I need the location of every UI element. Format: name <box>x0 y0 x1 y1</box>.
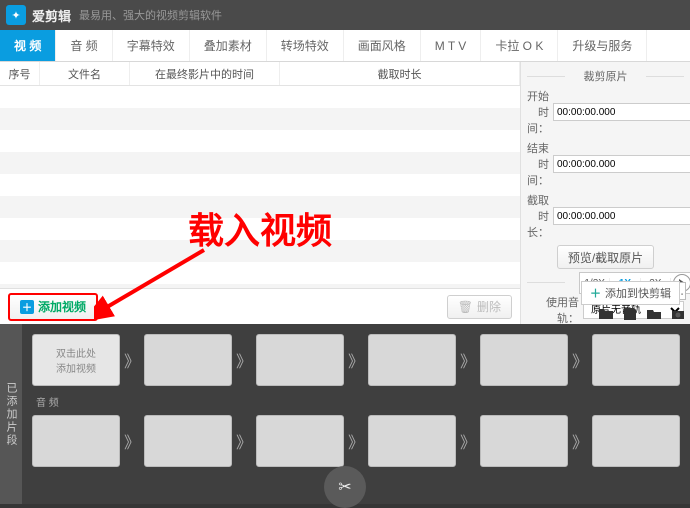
add-to-quickcut-label: 添加到快剪辑 <box>605 285 671 301</box>
clip-table-header: 序号 文件名 在最终影片中的时间 截取时长 <box>0 62 520 86</box>
preview-trim-button[interactable]: 预览/截取原片 <box>557 245 654 269</box>
add-video-button[interactable]: ＋ 添加视频 <box>8 293 98 321</box>
delete-label: 删除 <box>477 298 501 315</box>
clip-slot-add[interactable]: 双击此处 添加视频 <box>32 334 120 386</box>
app-title: 爱剪辑 <box>32 6 71 25</box>
plus-icon: ＋ <box>590 285 601 301</box>
audio-slot[interactable] <box>32 415 120 467</box>
folder-icon[interactable] <box>646 306 662 322</box>
end-time-input[interactable] <box>553 155 690 173</box>
tab-style[interactable]: 画面风格 <box>344 30 421 61</box>
clip-slot[interactable] <box>368 334 456 386</box>
tab-overlay[interactable]: 叠加素材 <box>190 30 267 61</box>
camera-icon[interactable] <box>670 306 686 322</box>
col-index[interactable]: 序号 <box>0 62 40 85</box>
delete-button[interactable]: 🗑 删除 <box>447 295 512 319</box>
col-duration[interactable]: 截取时长 <box>280 62 520 85</box>
audio-slot[interactable] <box>480 415 568 467</box>
start-time-label: 开始时间： <box>527 88 549 136</box>
add-to-quickcut-popup[interactable]: ＋ 添加到快剪辑 <box>581 281 680 305</box>
end-time-label: 结束时间： <box>527 140 549 188</box>
chevron-right-icon: 》 <box>572 429 588 453</box>
col-filename[interactable]: 文件名 <box>40 62 130 85</box>
clip-list-footer: ＋ 添加视频 🗑 删除 <box>0 288 520 324</box>
file-toolbar <box>598 306 686 322</box>
tab-video[interactable]: 视 频 <box>0 30 56 61</box>
chevron-right-icon: 》 <box>124 348 140 372</box>
chevron-right-icon: 》 <box>124 429 140 453</box>
tab-transition[interactable]: 转场特效 <box>267 30 344 61</box>
main-tabs: 视 频 音 频 字幕特效 叠加素材 转场特效 画面风格 M T V 卡拉 O K… <box>0 30 690 62</box>
scissors-icon: ✂ <box>338 477 351 497</box>
save-icon[interactable] <box>622 306 638 322</box>
clip-list-pane: 序号 文件名 在最终影片中的时间 截取时长 载入视频 ＋ 添加视频 🗑 删除 <box>0 62 520 324</box>
chevron-right-icon: 》 <box>460 348 476 372</box>
add-video-icon: ＋ <box>20 300 34 314</box>
audio-slot[interactable] <box>368 415 456 467</box>
audio-slot[interactable] <box>256 415 344 467</box>
start-time-input[interactable] <box>553 103 690 121</box>
tab-audio[interactable]: 音 频 <box>56 30 112 61</box>
chevron-right-icon: 》 <box>236 348 252 372</box>
audio-clip-row: 》 》 》 》 》 <box>32 415 680 467</box>
audio-row-label: 音 频 <box>32 392 680 409</box>
clip-slot[interactable] <box>592 334 680 386</box>
strip-label: 已添加片段 <box>0 324 22 504</box>
app-logo-icon: ✦ <box>6 5 26 25</box>
audio-slot[interactable] <box>144 415 232 467</box>
clip-slot[interactable] <box>256 334 344 386</box>
tab-karaoke[interactable]: 卡拉 O K <box>481 30 558 61</box>
tab-upgrade[interactable]: 升级与服务 <box>558 30 647 61</box>
trash-icon: 🗑 <box>458 300 473 314</box>
chevron-right-icon: 》 <box>348 429 364 453</box>
duration-input[interactable] <box>553 207 690 225</box>
tab-subtitle-fx[interactable]: 字幕特效 <box>113 30 190 61</box>
audio-slot[interactable] <box>592 415 680 467</box>
tab-mtv[interactable]: M T V <box>421 30 482 61</box>
audio-track-label: 使用音轨： <box>527 294 579 324</box>
duration-label: 截取时长： <box>527 192 549 240</box>
annotation-load-video: 载入视频 <box>188 202 332 254</box>
clip-slot[interactable] <box>144 334 232 386</box>
cut-button[interactable]: ✂ <box>324 466 366 508</box>
col-time-in-final[interactable]: 在最终影片中的时间 <box>130 62 280 85</box>
titlebar: ✦ 爱剪辑 最易用、强大的视频剪辑软件 <box>0 0 690 30</box>
clip-table-body[interactable]: 载入视频 <box>0 86 520 288</box>
video-clip-row: 双击此处 添加视频 》 》 》 》 》 <box>32 334 680 386</box>
clip-slot[interactable] <box>480 334 568 386</box>
app-tagline: 最易用、强大的视频剪辑软件 <box>79 7 222 23</box>
chevron-right-icon: 》 <box>348 348 364 372</box>
add-video-label: 添加视频 <box>38 298 86 315</box>
chevron-right-icon: 》 <box>572 348 588 372</box>
trim-section-title: 裁剪原片 <box>527 66 684 86</box>
chevron-right-icon: 》 <box>460 429 476 453</box>
chevron-right-icon: 》 <box>236 429 252 453</box>
folder-open-icon[interactable] <box>598 306 614 322</box>
